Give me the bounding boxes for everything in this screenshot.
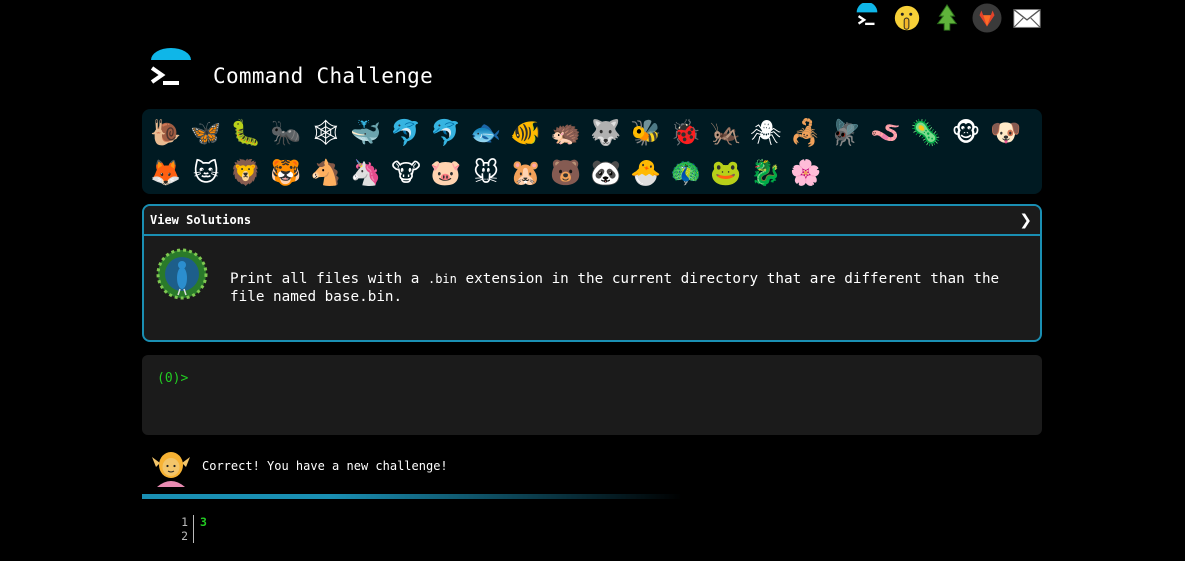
status-progress-bar	[142, 494, 682, 499]
level-b-5[interactable]: 🐴	[306, 153, 346, 193]
level-a-10[interactable]: 🐠	[506, 113, 546, 153]
level-b-16[interactable]: 🐉	[746, 153, 786, 193]
level-a-7[interactable]: 🐬	[386, 113, 426, 153]
level-a-5[interactable]: 🕸	[306, 113, 346, 153]
envelope-icon[interactable]	[1011, 2, 1043, 34]
view-solutions-label: View Solutions	[150, 213, 252, 227]
page: Command Challenge 🐌 🦋 🐛 🐜 🕸 🐳 🐬 🐬 🐟 🐠 🦔 🐺 🐝 🐞 🦗 🕷 🦂 🪰 🪱 🦠 🐵 🐶…	[0, 0, 1185, 561]
level-a-12[interactable]: 🐺	[586, 113, 626, 153]
level-a-6[interactable]: 🐳	[346, 113, 386, 153]
status-text: Correct! You have a new challenge!	[202, 459, 448, 473]
command-output: 132	[168, 515, 207, 543]
view-solutions-toggle[interactable]: View Solutions ❯	[144, 206, 1040, 236]
status-message: Correct! You have a new challenge!	[150, 445, 448, 487]
logo-icon[interactable]	[147, 48, 195, 96]
shushing-face-icon[interactable]	[891, 2, 923, 34]
terminal[interactable]: (0)>	[142, 355, 1042, 435]
terminal-input[interactable]	[197, 370, 902, 387]
level-a-3[interactable]: 🐛	[226, 113, 266, 153]
chevron-right-icon: ❯	[1019, 211, 1032, 229]
output-line: 2	[168, 529, 207, 543]
gitlab-icon[interactable]	[971, 2, 1003, 34]
level-b-2[interactable]: 🐱	[186, 153, 226, 193]
challenge-code: .bin	[427, 272, 457, 286]
level-b-11[interactable]: 🐻	[546, 153, 586, 193]
level-a-17[interactable]: 🦂	[786, 113, 826, 153]
output-line-text: 3	[200, 515, 207, 529]
level-b-3[interactable]: 🦁	[226, 153, 266, 193]
level-a-11[interactable]: 🦔	[546, 113, 586, 153]
tree-icon[interactable]	[931, 2, 963, 34]
challenge-description: Print all files with a .bin extension in…	[230, 270, 1010, 306]
output-line: 13	[168, 515, 207, 529]
level-row-2: 🦊 🐱 🦁 🐯 🐴 🦄 🐮 🐷 🐭 🐹 🐻 🐼 🐣 🦚 🐸 🐉 🌸	[146, 153, 1038, 193]
output-line-number: 1	[168, 515, 194, 529]
level-a-20[interactable]: 🦠	[906, 113, 946, 153]
level-b-8[interactable]: 🐷	[426, 153, 466, 193]
site-header: Command Challenge	[147, 48, 433, 96]
output-line-number: 2	[168, 529, 194, 543]
level-b-7[interactable]: 🐮	[386, 153, 426, 193]
level-b-9[interactable]: 🐭	[466, 153, 506, 193]
peacock-icon	[156, 248, 208, 300]
level-a-13[interactable]: 🐝	[626, 113, 666, 153]
level-a-8[interactable]: 🐬	[426, 113, 466, 153]
level-a-1[interactable]: 🐌	[146, 113, 186, 153]
level-b-1[interactable]: 🦊	[146, 153, 186, 193]
challenge-text-start: Print all files with a	[230, 271, 428, 287]
level-b-17[interactable]: 🌸	[786, 153, 826, 193]
level-b-6[interactable]: 🦄	[346, 153, 386, 193]
level-a-18[interactable]: 🪰	[826, 113, 866, 153]
level-b-12[interactable]: 🐼	[586, 153, 626, 193]
level-b-15[interactable]: 🐸	[706, 153, 746, 193]
level-b-14[interactable]: 🦚	[666, 153, 706, 193]
challenge-card: View Solutions ❯ Print all files with a …	[142, 204, 1042, 342]
site-title[interactable]: Command Challenge	[213, 56, 433, 88]
level-a-21[interactable]: 🐵	[946, 113, 986, 153]
level-a-22[interactable]: 🐶	[986, 113, 1026, 153]
terminal-icon[interactable]	[851, 2, 883, 34]
top-nav	[851, 2, 1043, 34]
level-a-2[interactable]: 🦋	[186, 113, 226, 153]
elf-icon	[152, 452, 190, 487]
level-a-19[interactable]: 🪱	[866, 113, 906, 153]
level-a-4[interactable]: 🐜	[266, 113, 306, 153]
level-a-9[interactable]: 🐟	[466, 113, 506, 153]
output-line-text	[194, 529, 200, 543]
level-a-15[interactable]: 🦗	[706, 113, 746, 153]
terminal-prompt: (0)>	[157, 371, 189, 386]
challenge-level-strip: 🐌 🦋 🐛 🐜 🕸 🐳 🐬 🐬 🐟 🐠 🦔 🐺 🐝 🐞 🦗 🕷 🦂 🪰 🪱 🦠 🐵 🐶 🦊 🐱 🦁 🐯 🐴 🦄 🐮 🐷 🐭 🐹 🐻 🐼 🐣 🦚 🐸 🐉 🌸	[142, 109, 1042, 194]
level-a-14[interactable]: 🐞	[666, 113, 706, 153]
level-b-4[interactable]: 🐯	[266, 153, 306, 193]
level-a-16[interactable]: 🕷	[746, 113, 786, 153]
challenge-body: Print all files with a .bin extension in…	[144, 236, 1040, 306]
level-row-1: 🐌 🦋 🐛 🐜 🕸 🐳 🐬 🐬 🐟 🐠 🦔 🐺 🐝 🐞 🦗 🕷 🦂 🪰 🪱 🦠 🐵 🐶	[146, 113, 1038, 153]
level-b-10[interactable]: 🐹	[506, 153, 546, 193]
level-b-13[interactable]: 🐣	[626, 153, 666, 193]
